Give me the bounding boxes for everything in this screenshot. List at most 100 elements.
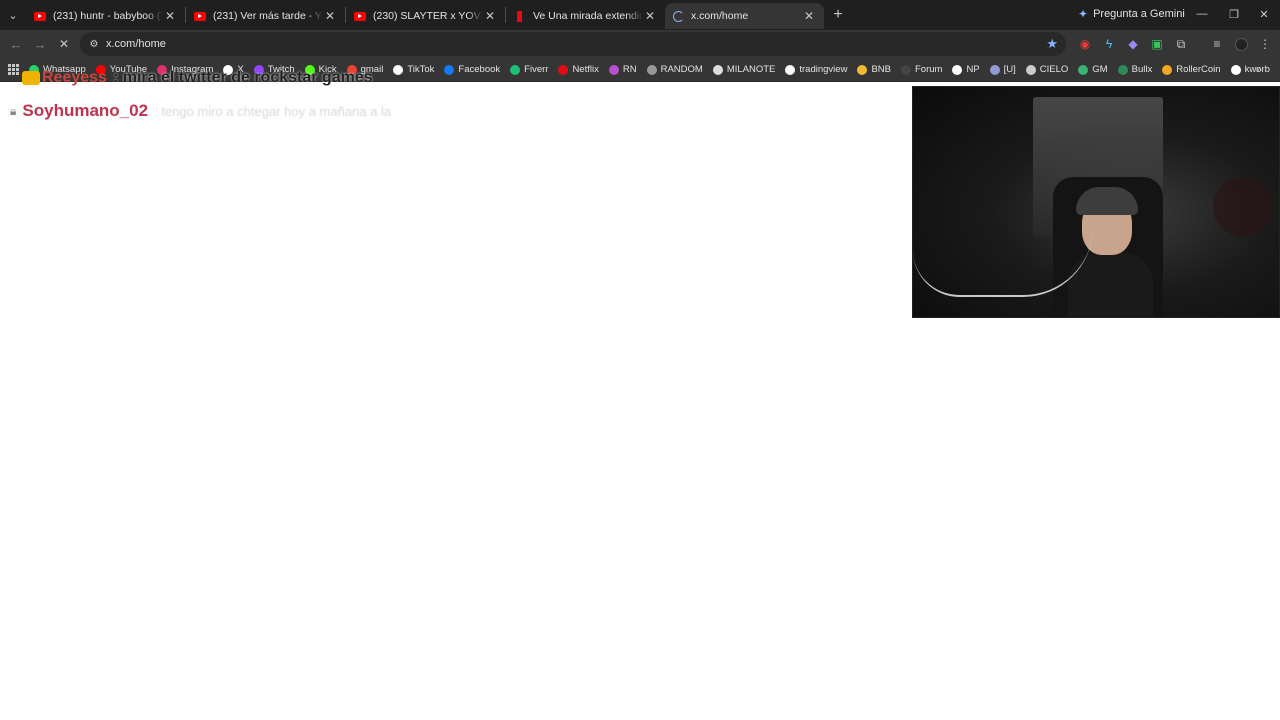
translate-extension-icon[interactable]: ϟ bbox=[1098, 32, 1120, 56]
page-content: 🔒︎ Soyhumano_02 : tengo miro a chtegar h… bbox=[0, 83, 1280, 720]
bookmark-item[interactable]: NP bbox=[952, 64, 980, 75]
gemini-button[interactable]: ✦ Pregunta a Gemini bbox=[1078, 0, 1185, 28]
bookmark-label: Netflix bbox=[572, 64, 599, 75]
bookmark-favicon-icon bbox=[712, 64, 723, 75]
bookmark-label: RN bbox=[622, 64, 637, 75]
forward-button[interactable]: → bbox=[28, 32, 52, 56]
apps-grid-icon[interactable] bbox=[8, 64, 19, 75]
tab-title: x.com/home bbox=[691, 10, 749, 22]
bookmark-item[interactable]: tradingview bbox=[785, 64, 847, 75]
menu-kebab-icon[interactable]: ⋮ bbox=[1254, 32, 1276, 56]
tab-title: (231) Ver más tarde - YouTube bbox=[213, 10, 323, 22]
bookmark-item[interactable]: BNB bbox=[857, 64, 891, 75]
bookmark-favicon-icon bbox=[608, 64, 619, 75]
bookmark-item[interactable]: Fiverr bbox=[510, 64, 548, 75]
bookmark-favicon-icon bbox=[1025, 64, 1036, 75]
bookmark-favicon-icon bbox=[1117, 64, 1128, 75]
streamer-cap bbox=[1076, 187, 1138, 215]
chat-username: Soyhumano_02 bbox=[22, 101, 149, 120]
bookmark-label: Fiverr bbox=[524, 64, 549, 75]
youtube-icon bbox=[354, 11, 366, 21]
reading-list-icon[interactable]: ≡ bbox=[1206, 32, 1228, 56]
bookmark-favicon-icon bbox=[1230, 64, 1241, 75]
badge-icon: 🔒︎ bbox=[10, 103, 17, 118]
tab-close-icon[interactable]: ✕ bbox=[802, 9, 816, 23]
bookmark-item[interactable]: Forum bbox=[900, 64, 943, 75]
bookmark-label: Forum bbox=[914, 64, 943, 75]
tab-close-icon[interactable]: ✕ bbox=[323, 9, 337, 23]
bookmark-item[interactable]: CIELO bbox=[1025, 64, 1069, 75]
bookmark-item[interactable]: MILANOTE bbox=[712, 64, 776, 75]
bookmark-favicon-icon bbox=[510, 64, 521, 75]
close-window-button[interactable]: ✕ bbox=[1248, 0, 1280, 28]
bookmark-label: Bullx bbox=[1131, 64, 1153, 75]
more-bookmarks-icon[interactable]: » bbox=[1256, 64, 1262, 76]
extensions-puzzle-icon[interactable]: ⧉ bbox=[1170, 32, 1192, 56]
bookmark-item[interactable]: TikTok bbox=[393, 64, 434, 75]
bookmark-item[interactable]: Facebook bbox=[444, 64, 500, 75]
back-button[interactable]: ← bbox=[4, 32, 28, 56]
badge-icon bbox=[22, 71, 40, 85]
chat-text: : tengo miro a chtegar hoy a mañana a la bbox=[154, 103, 392, 119]
bookmark-item[interactable]: kworb bbox=[1230, 64, 1270, 75]
browser-tab[interactable]: x.com/home ✕ bbox=[665, 3, 824, 29]
bookmark-label: tradingview bbox=[799, 64, 848, 75]
bookmark-label: MILANOTE bbox=[726, 64, 776, 75]
webcam-overlay bbox=[912, 86, 1280, 318]
sheets-extension-icon[interactable]: ▣ bbox=[1146, 32, 1168, 56]
bookmark-favicon-icon bbox=[444, 64, 455, 75]
bookmark-item[interactable]: [U] bbox=[989, 64, 1016, 75]
bookmark-label: GM bbox=[1092, 64, 1108, 75]
bookmark-favicon-icon bbox=[900, 64, 911, 75]
chat-text: : mira el twitter de rockstar games bbox=[112, 69, 373, 86]
bookmark-favicon-icon bbox=[558, 64, 569, 75]
minimize-button[interactable]: — bbox=[1186, 0, 1218, 28]
record-extension-icon[interactable]: ◉ bbox=[1074, 32, 1096, 56]
tab-title: (231) huntr - babyboo (Video O bbox=[53, 10, 163, 22]
tab-close-icon[interactable]: ✕ bbox=[643, 9, 657, 23]
profile-avatar[interactable] bbox=[1230, 32, 1252, 56]
bookmark-favicon-icon bbox=[1162, 64, 1173, 75]
stop-icon[interactable]: ✕ bbox=[52, 32, 76, 56]
bookmark-label: NP bbox=[966, 64, 980, 75]
youtube-icon bbox=[34, 11, 46, 21]
browser-tab[interactable]: (231) Ver más tarde - YouTube✕ bbox=[186, 3, 345, 29]
site-info-icon[interactable]: ⚙ bbox=[82, 39, 106, 50]
bookmark-label: TikTok bbox=[407, 64, 435, 75]
bookmark-star-icon[interactable]: ★ bbox=[1046, 36, 1058, 52]
tab-search-icon[interactable]: ⌄ bbox=[0, 0, 26, 30]
bookmark-label: RollerCoin bbox=[1176, 64, 1221, 75]
tab-title: (230) SLAYTER x YOVNGCHIMI bbox=[373, 10, 483, 22]
gemini-label: Pregunta a Gemini bbox=[1093, 8, 1185, 20]
bookmark-favicon-icon bbox=[952, 64, 963, 75]
bookmark-favicon-icon bbox=[393, 64, 404, 75]
extension-icon[interactable]: ◆ bbox=[1122, 32, 1144, 56]
loading-spinner-icon bbox=[673, 10, 684, 22]
bookmark-item[interactable]: GM bbox=[1078, 64, 1108, 75]
bookmark-item[interactable]: Netflix bbox=[558, 64, 599, 75]
bookmark-favicon-icon bbox=[785, 64, 796, 75]
background-lamp bbox=[1213, 177, 1273, 237]
tab-close-icon[interactable]: ✕ bbox=[483, 9, 497, 23]
bookmark-item[interactable]: RANDOM bbox=[646, 64, 703, 75]
bookmark-favicon-icon bbox=[646, 64, 657, 75]
chat-username: Reeyess bbox=[42, 69, 107, 86]
bookmark-item[interactable]: RN bbox=[608, 64, 637, 75]
tabs-container: (231) huntr - babyboo (Video O✕(231) Ver… bbox=[26, 1, 824, 29]
new-tab-button[interactable]: + bbox=[827, 4, 849, 26]
bookmark-item[interactable]: Bullx bbox=[1117, 64, 1153, 75]
bookmark-favicon-icon bbox=[989, 64, 1000, 75]
bookmark-label: CIELO bbox=[1039, 64, 1069, 75]
tab-close-icon[interactable]: ✕ bbox=[163, 9, 177, 23]
bookmark-item[interactable]: RollerCoin bbox=[1162, 64, 1221, 75]
restore-button[interactable]: ❐ bbox=[1218, 0, 1250, 28]
browser-tab[interactable]: Ve Una mirada extendida a Gra✕ bbox=[506, 3, 665, 29]
chat-message: 🔒︎ Soyhumano_02 : tengo miro a chtegar h… bbox=[10, 101, 391, 121]
bookmark-label: RANDOM bbox=[660, 64, 703, 75]
youtube-icon bbox=[194, 11, 206, 21]
gemini-icon: ✦ bbox=[1078, 7, 1089, 21]
browser-tab[interactable]: (230) SLAYTER x YOVNGCHIMI✕ bbox=[346, 3, 505, 29]
browser-tab[interactable]: (231) huntr - babyboo (Video O✕ bbox=[26, 3, 185, 29]
address-bar[interactable]: ⚙ x.com/home ★ bbox=[80, 32, 1066, 56]
netflix-icon bbox=[514, 10, 526, 22]
